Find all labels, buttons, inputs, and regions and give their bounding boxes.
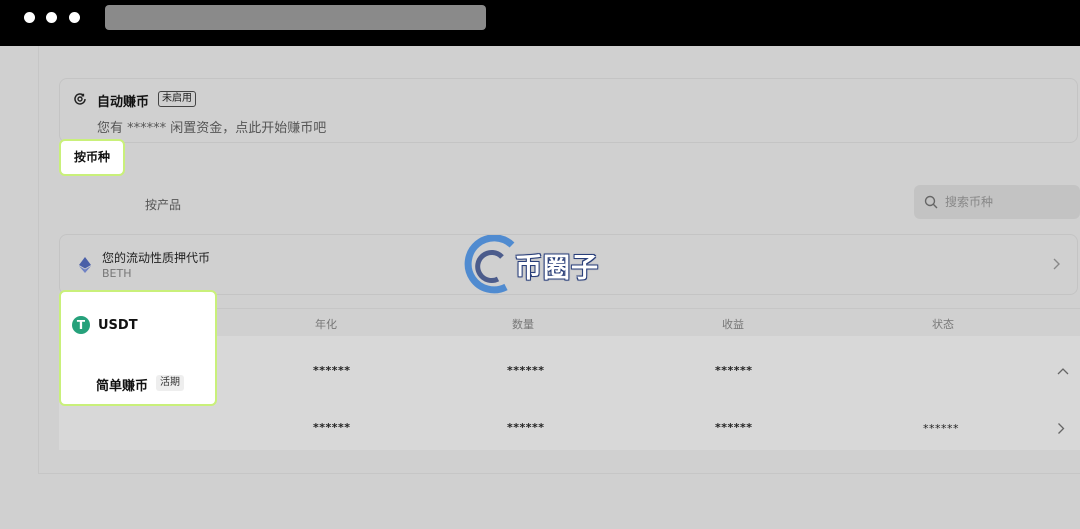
usdt-icon: T — [72, 316, 90, 334]
coin-apr-value: ****** — [313, 364, 351, 377]
address-bar[interactable] — [105, 5, 486, 30]
coin-search[interactable] — [914, 185, 1080, 219]
coin-earnings-value: ****** — [715, 364, 753, 377]
product-amount-value: ****** — [507, 421, 545, 434]
product-apr-value: ****** — [313, 421, 351, 434]
auto-earn-card[interactable]: 自动赚币 未启用 您有 ****** 闲置资金，点此开始赚币吧 — [59, 78, 1078, 143]
beth-card-subtitle: BETH — [102, 267, 132, 280]
window-close-dot[interactable] — [24, 12, 35, 23]
coin-name: USDT — [98, 318, 138, 333]
product-earnings-value: ****** — [715, 421, 753, 434]
chevron-up-icon[interactable] — [1057, 367, 1069, 375]
browser-chrome — [0, 0, 1080, 46]
column-header-amount: 数量 — [512, 318, 534, 331]
product-term-badge: 活期 — [156, 375, 184, 391]
window-maximize-dot[interactable] — [69, 12, 80, 23]
product-name[interactable]: 简单赚币 — [96, 375, 148, 394]
auto-earn-description: 您有 ****** 闲置资金，点此开始赚币吧 — [97, 121, 327, 136]
column-header-apr: 年化 — [315, 318, 337, 331]
auto-earn-title: 自动赚币 — [97, 95, 150, 110]
tab-by-coin[interactable]: 按币种 — [59, 139, 125, 176]
search-input[interactable] — [945, 193, 1070, 211]
usdt-highlight-card[interactable]: T USDT 简单赚币 活期 — [59, 290, 217, 406]
usdt-icon-glyph: T — [76, 318, 86, 332]
product-status-value: ****** — [923, 422, 959, 435]
column-header-earnings: 收益 — [722, 318, 744, 331]
watermark: 币圈子 — [462, 235, 622, 295]
column-header-status: 状态 — [932, 318, 954, 331]
auto-earn-icon — [74, 93, 86, 105]
chevron-right-icon[interactable] — [1057, 422, 1065, 435]
watermark-text: 币圈子 — [515, 253, 599, 284]
chevron-right-icon — [1053, 258, 1060, 270]
window-minimize-dot[interactable] — [46, 12, 57, 23]
tab-by-product[interactable]: 按产品 — [145, 196, 181, 213]
ethereum-icon — [79, 257, 91, 273]
beth-card-title: 您的流动性质押代币 — [102, 251, 211, 265]
auto-earn-status-badge: 未启用 — [158, 91, 196, 107]
watermark-logo-icon — [464, 235, 515, 294]
search-icon — [924, 195, 938, 209]
coin-amount-value: ****** — [507, 364, 545, 377]
